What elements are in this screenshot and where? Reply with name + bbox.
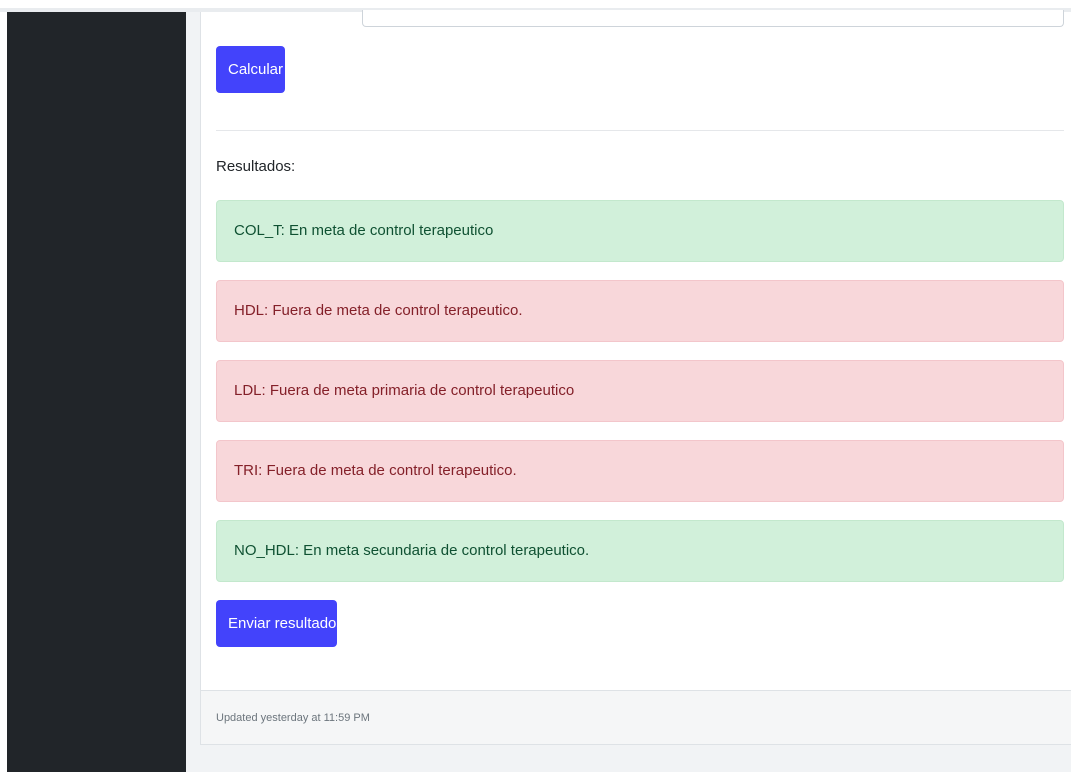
left-gutter	[0, 12, 7, 772]
calculator-card: Calcular Resultados: COL_T: En meta de c…	[200, 10, 1071, 745]
previous-input-field[interactable]	[362, 10, 1064, 27]
result-alert-hdl: HDL: Fuera de meta de control terapeutic…	[216, 280, 1064, 342]
calculate-button[interactable]: Calcular	[216, 46, 285, 93]
results-heading: Resultados:	[216, 158, 296, 175]
updated-timestamp: Updated yesterday at 11:59 PM	[216, 712, 370, 724]
result-alert-col-t: COL_T: En meta de control terapeutico	[216, 200, 1064, 262]
sidebar	[7, 12, 186, 772]
card-footer: Updated yesterday at 11:59 PM	[201, 690, 1071, 744]
section-divider	[216, 130, 1064, 131]
main-content: Calcular Resultados: COL_T: En meta de c…	[186, 10, 1071, 772]
result-alert-tri: TRI: Fuera de meta de control terapeutic…	[216, 440, 1064, 502]
result-alert-ldl: LDL: Fuera de meta primaria de control t…	[216, 360, 1064, 422]
result-alert-no-hdl: NO_HDL: En meta secundaria de control te…	[216, 520, 1064, 582]
send-results-button[interactable]: Enviar resultados	[216, 600, 344, 647]
